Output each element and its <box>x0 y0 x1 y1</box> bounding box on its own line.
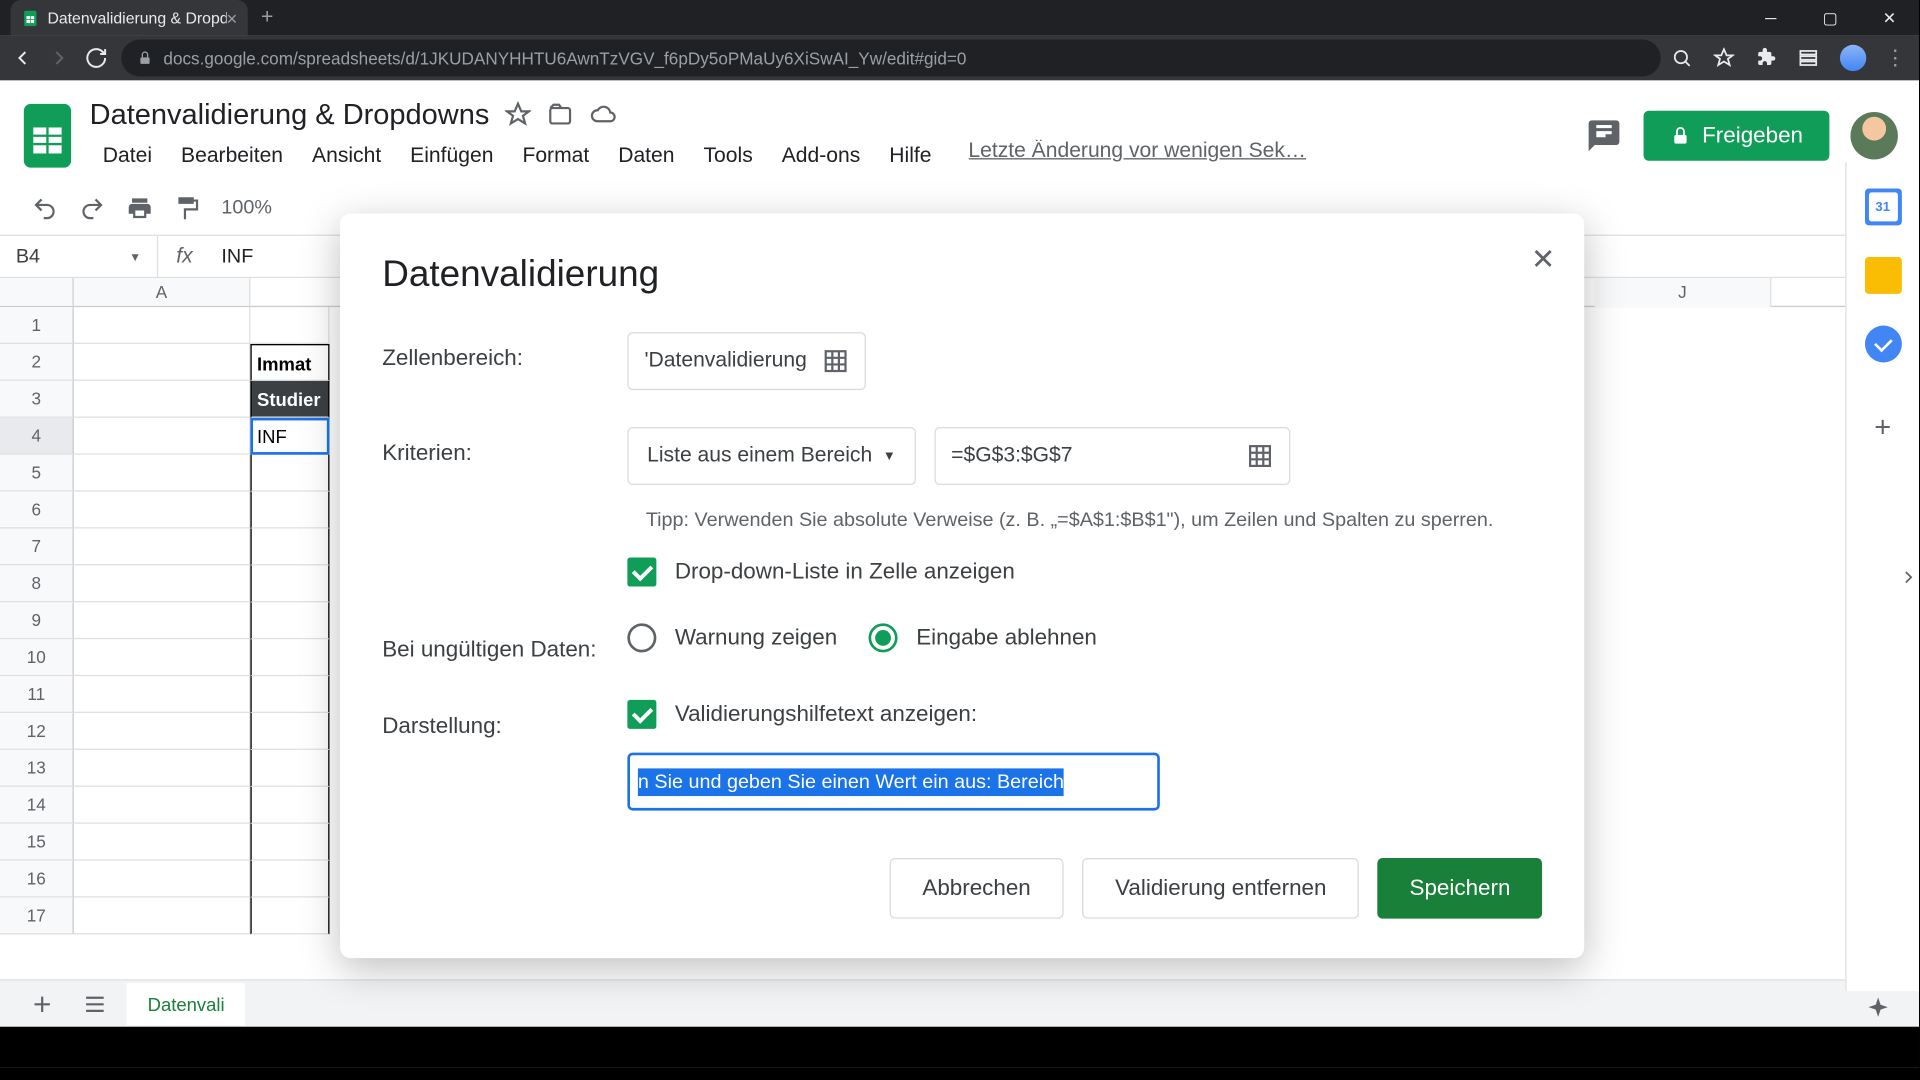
close-icon[interactable]: ✕ <box>1531 243 1555 277</box>
cell-range-input[interactable]: 'Datenvalidierung <box>627 332 866 390</box>
radio-show-warning[interactable] <box>627 623 656 652</box>
show-dropdown-checkbox[interactable] <box>627 558 656 587</box>
select-range-icon[interactable] <box>823 348 849 374</box>
helptext-input[interactable]: n Sie und geben Sie einen Wert ein aus: … <box>627 753 1159 811</box>
show-helptext-checkbox[interactable] <box>627 700 656 729</box>
criteria-range-input[interactable]: =$G$3:$G$7 <box>934 427 1290 485</box>
radio-reject-label: Eingabe ablehnen <box>916 625 1097 651</box>
save-button[interactable]: Speichern <box>1378 858 1542 919</box>
criteria-type-select[interactable]: Liste aus einem Bereich ▼ <box>627 427 915 485</box>
radio-warning-label: Warnung zeigen <box>675 625 837 651</box>
radio-reject-input[interactable] <box>869 623 898 652</box>
criteria-tip: Tipp: Verwenden Sie absolute Verweise (z… <box>646 509 1542 531</box>
show-helptext-label: Validierungshilfetext anzeigen: <box>675 701 977 727</box>
data-validation-dialog: Datenvalidierung ✕ Zellenbereich: 'Daten… <box>340 214 1584 959</box>
cancel-button[interactable]: Abbrechen <box>889 858 1063 919</box>
label-appearance: Darstellung: <box>382 700 627 740</box>
dialog-title: Datenvalidierung <box>382 253 1542 295</box>
chevron-down-icon: ▼ <box>883 449 896 463</box>
label-range: Zellenbereich: <box>382 332 627 372</box>
label-criteria: Kriterien: <box>382 427 627 467</box>
select-range-icon[interactable] <box>1246 443 1272 469</box>
show-dropdown-label: Drop-down-Liste in Zelle anzeigen <box>675 559 1015 585</box>
label-invalid: Bei ungültigen Daten: <box>382 623 627 663</box>
remove-validation-button[interactable]: Validierung entfernen <box>1082 858 1359 919</box>
